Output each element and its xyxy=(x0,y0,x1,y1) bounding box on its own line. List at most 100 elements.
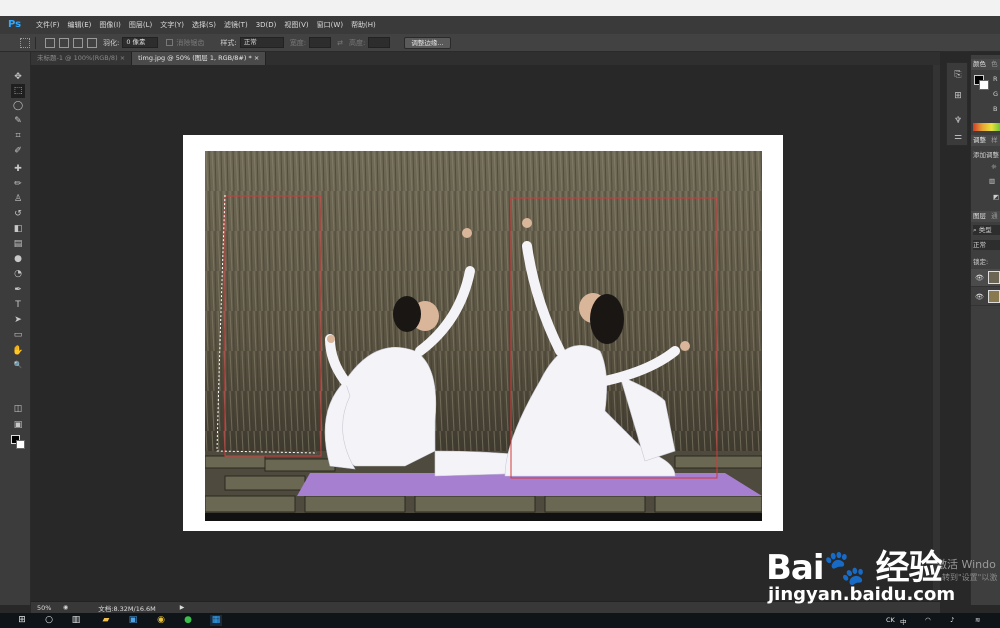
lock-label: 锁定: xyxy=(973,258,989,266)
tab-adjustments[interactable]: 调整 样 xyxy=(971,135,1000,146)
tray-network-icon[interactable]: ◠ xyxy=(925,616,931,624)
new-selection-icon[interactable] xyxy=(45,37,55,48)
move-tool-icon[interactable]: ✥ xyxy=(11,70,25,84)
tab-layers[interactable]: 图层 通 xyxy=(971,211,1000,222)
windows-start-icon[interactable]: ⊞ xyxy=(16,615,28,626)
right-panels: 颜色 色 R G B 调整 样 添加调整 ☼ ▥ ◩ 图层 通 ⌕ 类型 正常 … xyxy=(970,55,1000,605)
quick-mask-icon[interactable]: ◫ xyxy=(11,402,25,416)
menu-select[interactable]: 选择(S) xyxy=(192,20,216,30)
wechat-icon[interactable]: ● xyxy=(182,615,194,626)
intersect-selection-icon[interactable] xyxy=(87,37,97,48)
layer-thumbnail xyxy=(988,290,1000,303)
eye-icon[interactable]: 👁 xyxy=(975,293,984,301)
title-strip xyxy=(0,0,1000,16)
menu-layer[interactable]: 图层(L) xyxy=(129,20,152,30)
quick-select-icon[interactable]: ✎ xyxy=(11,114,25,128)
tab-untitled[interactable]: 未标题-1 @ 100%(RGB/8) × xyxy=(31,52,133,65)
menu-edit[interactable]: 编辑(E) xyxy=(68,20,92,30)
close-icon[interactable]: × xyxy=(120,54,125,62)
adjust-more-icon[interactable]: ◩ xyxy=(993,193,1000,201)
width-label: 宽度: xyxy=(289,38,307,47)
eraser-icon[interactable]: ◧ xyxy=(11,222,25,236)
swap-icon[interactable]: ⇄ xyxy=(337,39,343,47)
yoga-photo-graphic xyxy=(205,151,762,521)
eyedropper-icon[interactable]: ✐ xyxy=(11,144,25,158)
layer-kind-filter[interactable]: ⌕ 类型 xyxy=(973,225,1000,235)
crop-tool-icon[interactable]: ⌗ xyxy=(11,129,25,143)
yoga-photo[interactable] xyxy=(205,151,762,521)
subtract-selection-icon[interactable] xyxy=(73,37,83,48)
history-panel-icon[interactable]: ⎘ xyxy=(952,69,964,81)
history-brush-icon[interactable]: ↺ xyxy=(11,207,25,221)
color-bg-swatch[interactable] xyxy=(979,80,989,90)
type-tool-icon[interactable]: T xyxy=(11,298,25,312)
feather-input[interactable]: 0 像素 xyxy=(122,37,159,48)
menu-file[interactable]: 文件(F) xyxy=(36,20,60,30)
clone-stamp-icon[interactable]: ♙ xyxy=(11,192,25,206)
file-explorer-icon[interactable]: ▰ xyxy=(100,615,112,626)
menu-type[interactable]: 文字(Y) xyxy=(160,20,184,30)
adjust-levels-icon[interactable]: ▥ xyxy=(989,177,1000,185)
healing-brush-icon[interactable]: ✚ xyxy=(11,162,25,176)
marquee-preset-icon[interactable] xyxy=(20,37,30,48)
canvas-scrollbar[interactable] xyxy=(933,65,940,601)
zoom-level[interactable]: 50% xyxy=(37,604,59,612)
tray-wifi-icon[interactable]: ≋ xyxy=(975,616,980,624)
feather-label: 羽化: xyxy=(103,38,120,47)
photoshop-taskbar-icon[interactable]: ▦ xyxy=(210,615,222,626)
status-info-icon[interactable]: ◉ xyxy=(63,604,68,611)
rectangle-tool-icon[interactable]: ▭ xyxy=(11,328,25,342)
tab-timg[interactable]: timg.jpg @ 50% (图层 1, RGB/8#) * × xyxy=(132,52,267,65)
width-input[interactable] xyxy=(309,37,332,48)
tab-label: 未标题-1 @ 100%(RGB/8) xyxy=(37,54,118,62)
refine-edge-button[interactable]: 调整边缘... xyxy=(404,36,451,49)
tray-ime[interactable]: 中 xyxy=(900,616,907,626)
document-tabs: 未标题-1 @ 100%(RGB/8) × timg.jpg @ 50% (图层… xyxy=(31,52,940,65)
antialias-checkbox[interactable] xyxy=(166,39,174,46)
lasso-tool-icon[interactable]: ◯ xyxy=(11,99,25,113)
adjust-sun-icon[interactable]: ☼ xyxy=(991,163,1000,171)
task-view-icon[interactable]: ▥ xyxy=(70,615,82,626)
tray-language[interactable]: CK xyxy=(886,616,895,624)
background-color-swatch[interactable] xyxy=(16,440,25,449)
brush-tool-icon[interactable]: ✏ xyxy=(11,177,25,191)
properties-panel-icon[interactable]: ⊞ xyxy=(952,90,964,102)
zoom-tool-icon[interactable]: 🔍 xyxy=(11,358,25,372)
height-input[interactable] xyxy=(368,37,391,48)
menu-filter[interactable]: 滤镜(T) xyxy=(224,20,248,30)
marquee-tool-icon[interactable]: ⬚ xyxy=(11,84,25,98)
path-select-icon[interactable]: ➤ xyxy=(11,313,25,327)
status-menu-arrow-icon[interactable]: ▶ xyxy=(180,604,185,611)
color-spectrum-bar[interactable] xyxy=(973,123,1000,131)
gradient-icon[interactable]: ▤ xyxy=(11,237,25,251)
blend-mode-select[interactable]: 正常 xyxy=(973,240,1000,250)
eye-icon[interactable]: 👁 xyxy=(975,274,984,282)
tab-channels-label: 通 xyxy=(991,212,998,220)
tab-layers-label: 图层 xyxy=(973,212,986,220)
screen-mode-icon[interactable]: ▣ xyxy=(11,418,25,432)
tab-color[interactable]: 颜色 色 xyxy=(971,59,1000,70)
add-selection-icon[interactable] xyxy=(59,37,69,48)
pen-tool-icon[interactable]: ✒ xyxy=(11,283,25,297)
menu-3d[interactable]: 3D(D) xyxy=(256,21,277,29)
menu-image[interactable]: 图像(I) xyxy=(99,20,121,30)
blur-icon[interactable]: ● xyxy=(11,252,25,266)
hand-tool-icon[interactable]: ✋ xyxy=(11,344,25,358)
menu-window[interactable]: 窗口(W) xyxy=(317,20,343,30)
color-r-label: R xyxy=(993,75,998,83)
close-icon[interactable]: × xyxy=(254,54,259,62)
windows-taskbar: ⊞ ○ ▥ ▰ ▣ ◉ ● ▦ CK 中 ◠ ♪ ≋ xyxy=(0,613,1000,628)
tray-volume-icon[interactable]: ♪ xyxy=(950,616,954,624)
menu-view[interactable]: 视图(V) xyxy=(284,20,308,30)
chrome-icon[interactable]: ◉ xyxy=(155,615,167,626)
dodge-icon[interactable]: ◔ xyxy=(11,267,25,281)
store-icon[interactable]: ▣ xyxy=(127,615,139,626)
baidu-jingyan-url: jingyan.baidu.com xyxy=(768,584,956,605)
brush-panel-icon[interactable]: ♆ xyxy=(952,115,964,127)
antialias-label: 消除锯齿 xyxy=(176,38,205,47)
height-label: 高度: xyxy=(348,38,366,47)
menu-help[interactable]: 帮助(H) xyxy=(351,20,376,30)
style-select[interactable]: 正常 xyxy=(239,37,284,48)
search-icon[interactable]: ○ xyxy=(43,615,55,626)
adjust-panel-icon[interactable]: ⚌ xyxy=(952,131,964,143)
